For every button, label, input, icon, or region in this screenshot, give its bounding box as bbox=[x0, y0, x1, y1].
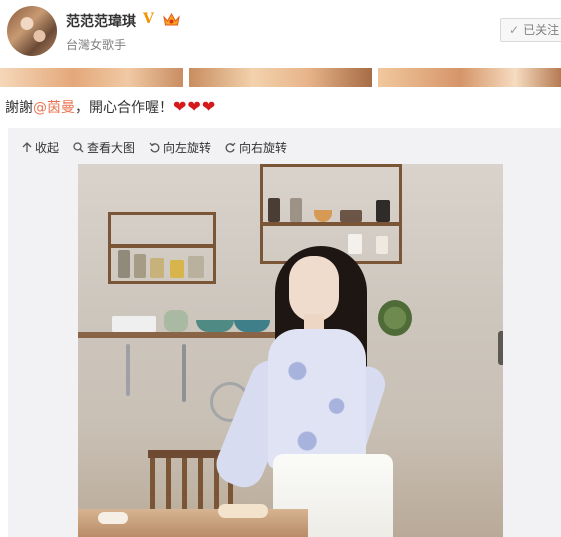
heart-icons: ❤❤❤ bbox=[173, 97, 217, 116]
view-large-label: 查看大图 bbox=[87, 141, 136, 155]
rotate-left-label: 向左旋转 bbox=[163, 141, 212, 155]
teapot bbox=[164, 310, 188, 332]
hanging-utensil bbox=[182, 344, 186, 402]
check-icon: ✓ bbox=[509, 23, 520, 37]
shelf-board bbox=[108, 244, 216, 248]
rotate-left-icon bbox=[149, 142, 160, 153]
cup bbox=[376, 200, 390, 222]
cup bbox=[340, 210, 362, 222]
jar bbox=[170, 260, 184, 278]
dough bbox=[218, 504, 268, 518]
hanging-utensil bbox=[126, 344, 130, 396]
jar bbox=[134, 254, 146, 278]
avatar[interactable] bbox=[7, 6, 57, 56]
image-thumb[interactable] bbox=[378, 68, 561, 87]
post-text-before: 謝謝 bbox=[5, 100, 33, 116]
post-header: 范范范瑋琪 V 台灣女歌手 ✓ 已关注 bbox=[0, 0, 561, 68]
collapse-label: 收起 bbox=[35, 141, 60, 155]
view-large-button[interactable]: 查看大图 bbox=[73, 139, 135, 156]
username[interactable]: 范范范瑋琪 bbox=[66, 11, 136, 31]
post-text: 謝謝@茵曼，開心合作喔！❤❤❤ bbox=[5, 97, 216, 117]
user-description: 台灣女歌手 bbox=[66, 38, 127, 52]
media-viewer: 收起 查看大图 向左旋转 向右旋转 bbox=[8, 128, 561, 537]
bowl bbox=[196, 320, 234, 332]
eggs bbox=[98, 512, 128, 524]
rotate-right-button[interactable]: 向右旋转 bbox=[225, 139, 287, 156]
rotate-left-button[interactable]: 向左旋转 bbox=[149, 139, 211, 156]
vip-crown-icon[interactable] bbox=[163, 12, 180, 27]
verified-icon[interactable]: V bbox=[143, 12, 157, 26]
post-photo[interactable]: 59400 bbox=[78, 164, 503, 537]
follow-button[interactable]: ✓ 已关注 bbox=[500, 18, 561, 42]
woman-face bbox=[289, 256, 339, 322]
image-thumb[interactable] bbox=[189, 68, 372, 87]
media-toolbar: 收起 查看大图 向左旋转 向右旋转 bbox=[22, 139, 287, 156]
rotate-right-icon bbox=[225, 142, 236, 153]
mention-link[interactable]: @茵曼 bbox=[33, 100, 75, 116]
post-text-after: ，開心合作喔！ bbox=[75, 100, 173, 116]
cup bbox=[376, 236, 388, 254]
bowl bbox=[234, 320, 270, 332]
like-badge[interactable]: 59400 bbox=[498, 331, 503, 365]
cup bbox=[348, 234, 362, 254]
collapse-button[interactable]: 收起 bbox=[22, 139, 59, 156]
jar bbox=[150, 258, 164, 278]
plant bbox=[378, 300, 412, 336]
jar bbox=[290, 198, 302, 222]
sweater bbox=[268, 329, 366, 469]
jar bbox=[188, 256, 204, 278]
jar bbox=[118, 250, 130, 278]
follow-label: 已关注 bbox=[523, 23, 560, 37]
image-strip[interactable] bbox=[0, 68, 561, 87]
shelf-board bbox=[260, 222, 402, 226]
plates bbox=[112, 316, 156, 332]
image-thumb[interactable] bbox=[0, 68, 183, 87]
collapse-icon bbox=[22, 142, 32, 152]
search-icon bbox=[73, 142, 84, 153]
jar bbox=[268, 198, 280, 222]
rotate-right-label: 向右旋转 bbox=[239, 141, 288, 155]
